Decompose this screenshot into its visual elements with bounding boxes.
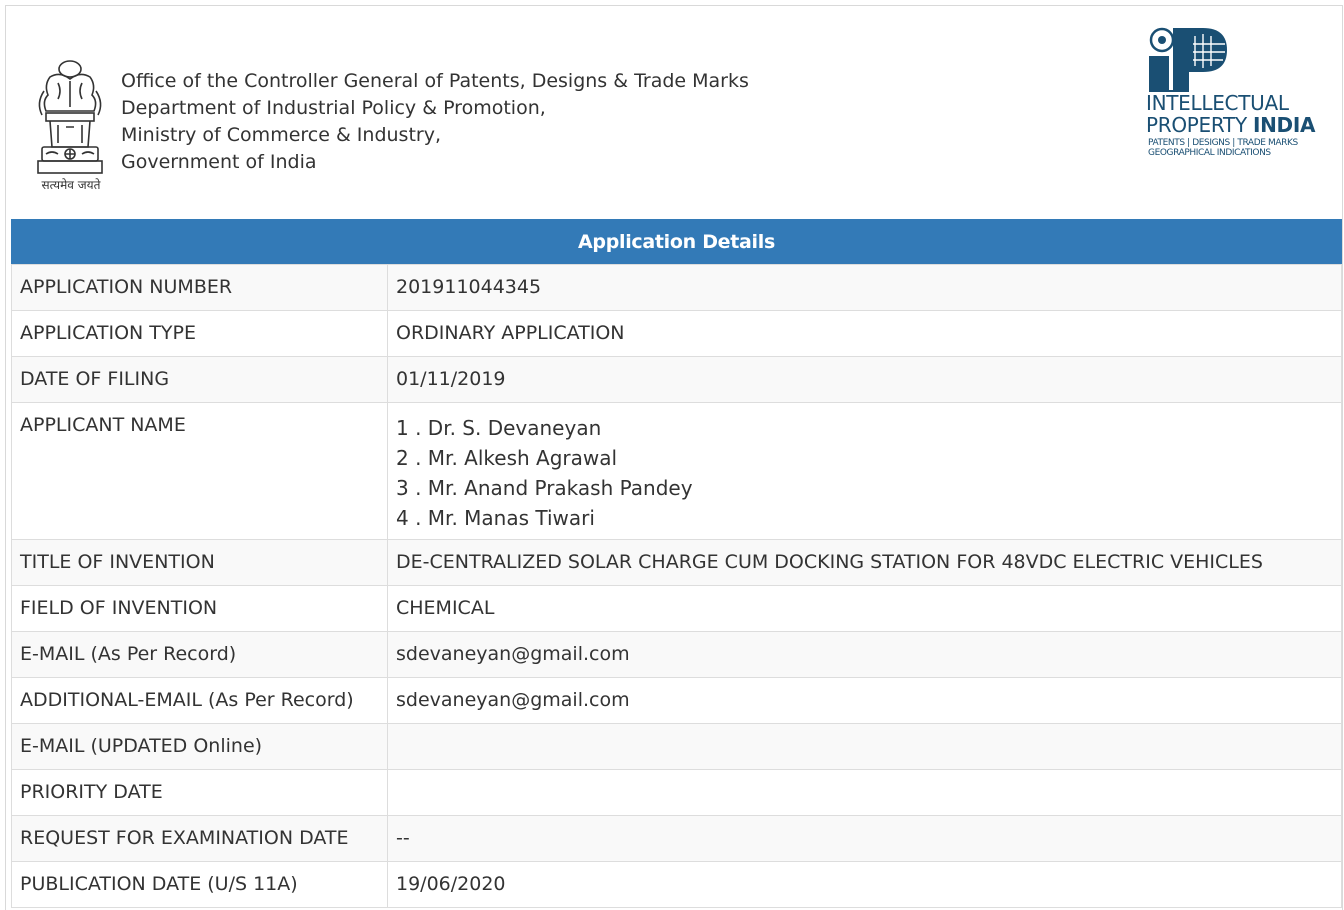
- table-row: DATE OF FILING 01/11/2019: [11, 356, 1342, 403]
- row-label: PUBLICATION DATE (U/S 11A): [11, 861, 388, 908]
- row-value: --: [387, 815, 1342, 862]
- ip-india-mark-icon: [1149, 27, 1227, 92]
- table-row: E-MAIL (UPDATED Online): [11, 723, 1342, 770]
- ipi-logo-line1: INTELLECTUAL: [1146, 91, 1289, 115]
- row-label: TITLE OF INVENTION: [11, 539, 388, 586]
- row-label: PRIORITY DATE: [11, 769, 388, 816]
- ip-india-logo: INTELLECTUAL PROPERTY INDIA PATENTS | DE…: [1143, 26, 1333, 166]
- row-label: E-MAIL (As Per Record): [11, 631, 388, 678]
- ipi-logo-subtitle: PATENTS | DESIGNS | TRADE MARKS GEOGRAPH…: [1148, 138, 1298, 158]
- table-row: PRIORITY DATE: [11, 769, 1342, 816]
- row-label: FIELD OF INVENTION: [11, 585, 388, 632]
- row-value: 19/06/2020: [387, 861, 1342, 908]
- application-details-table: APPLICATION NUMBER 201911044345 APPLICAT…: [11, 264, 1342, 908]
- office-name-block: Office of the Controller General of Pate…: [121, 68, 749, 176]
- page-header: सत्यमेव जयते Office of the Controller Ge…: [0, 0, 1344, 216]
- row-value: 201911044345: [387, 264, 1342, 311]
- table-row: PUBLICATION DATE (U/S 11A) 19/06/2020: [11, 861, 1342, 908]
- table-row: ADDITIONAL-EMAIL (As Per Record) sdevane…: [11, 677, 1342, 724]
- row-value: [387, 723, 1342, 770]
- office-line: Department of Industrial Policy & Promot…: [121, 97, 546, 119]
- row-value: ORDINARY APPLICATION: [387, 310, 1342, 357]
- application-details-title: Application Details: [11, 219, 1342, 264]
- table-row: APPLICATION TYPE ORDINARY APPLICATION: [11, 310, 1342, 357]
- office-line: Office of the Controller General of Pate…: [121, 70, 749, 92]
- row-value: DE-CENTRALIZED SOLAR CHARGE CUM DOCKING …: [387, 539, 1342, 586]
- row-label: ADDITIONAL-EMAIL (As Per Record): [11, 677, 388, 724]
- row-label: APPLICATION TYPE: [11, 310, 388, 357]
- row-value: sdevaneyan@gmail.com: [387, 677, 1342, 724]
- row-value: sdevaneyan@gmail.com: [387, 631, 1342, 678]
- row-label: E-MAIL (UPDATED Online): [11, 723, 388, 770]
- national-emblem-icon: [37, 60, 103, 174]
- row-value: CHEMICAL: [387, 585, 1342, 632]
- application-details-panel: Application Details APPLICATION NUMBER 2…: [11, 219, 1342, 908]
- table-row: FIELD OF INVENTION CHEMICAL: [11, 585, 1342, 632]
- row-value: [387, 769, 1342, 816]
- row-label: APPLICANT NAME: [11, 402, 388, 540]
- table-row: REQUEST FOR EXAMINATION DATE --: [11, 815, 1342, 862]
- applicant-item: 4 . Mr. Manas Tiwari: [396, 506, 595, 530]
- row-value: 01/11/2019: [387, 356, 1342, 403]
- ipi-logo-line2: PROPERTY INDIA: [1146, 114, 1315, 136]
- applicant-list: 1 . Dr. S. Devaneyan 2 . Mr. Alkesh Agra…: [387, 402, 1342, 540]
- applicant-item: 3 . Mr. Anand Prakash Pandey: [396, 476, 693, 500]
- table-row: E-MAIL (As Per Record) sdevaneyan@gmail.…: [11, 631, 1342, 678]
- office-line: Government of India: [121, 151, 317, 173]
- applicant-item: 2 . Mr. Alkesh Agrawal: [396, 446, 618, 470]
- ipi-logo-sub2: GEOGRAPHICAL INDICATIONS: [1148, 148, 1271, 158]
- ipi-logo-line2-bold: INDIA: [1252, 113, 1316, 137]
- ipi-logo-sub1: PATENTS | DESIGNS | TRADE MARKS: [1148, 138, 1298, 148]
- office-line: Ministry of Commerce & Industry,: [121, 124, 442, 146]
- applicant-item: 1 . Dr. S. Devaneyan: [396, 416, 602, 440]
- table-row: APPLICANT NAME 1 . Dr. S. Devaneyan 2 . …: [11, 402, 1342, 540]
- emblem-motto: सत्यमेव जयते: [41, 178, 101, 192]
- table-row: TITLE OF INVENTION DE-CENTRALIZED SOLAR …: [11, 539, 1342, 586]
- row-label: DATE OF FILING: [11, 356, 388, 403]
- table-row: APPLICATION NUMBER 201911044345: [11, 264, 1342, 311]
- row-label: APPLICATION NUMBER: [11, 264, 388, 311]
- row-label: REQUEST FOR EXAMINATION DATE: [11, 815, 388, 862]
- ipi-logo-line2-prefix: PROPERTY: [1146, 113, 1253, 137]
